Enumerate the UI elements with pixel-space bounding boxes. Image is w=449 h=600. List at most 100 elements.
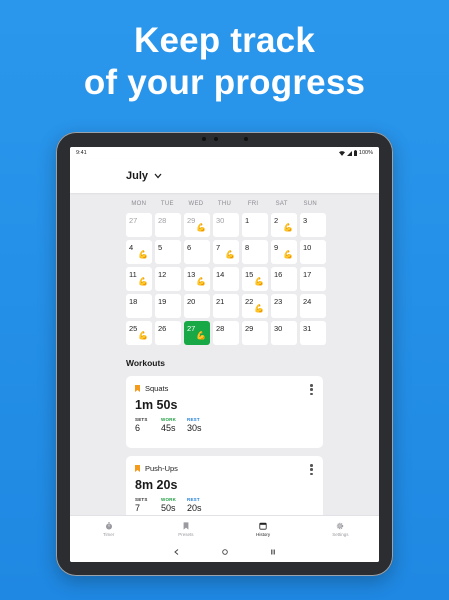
calendar-day[interactable]: 21 — [213, 294, 239, 318]
more-options-icon[interactable] — [310, 384, 313, 395]
stat-value: 7 — [135, 503, 141, 513]
nav-presets[interactable]: Presets — [161, 521, 211, 537]
timer-icon — [105, 521, 112, 530]
calendar-day[interactable]: 3 — [300, 213, 326, 237]
day-number: 13 — [187, 270, 196, 279]
battery-level: 100% — [358, 150, 373, 156]
system-navigation-bar — [70, 542, 379, 562]
workout-header: Push-Ups — [135, 464, 314, 473]
calendar-day[interactable]: 26 — [155, 321, 181, 345]
flexed-biceps-icon: 💪 — [254, 277, 264, 286]
day-number: 8 — [245, 243, 250, 252]
calendar-day[interactable]: 25 💪 — [126, 321, 152, 345]
calendar-day[interactable]: 28 — [155, 213, 181, 237]
day-number: 12 — [158, 270, 167, 279]
calendar-day[interactable]: 13 💪 — [184, 267, 210, 291]
weekday-label: FRI — [247, 201, 259, 207]
day-number: 5 — [158, 243, 163, 252]
nav-label: Timer — [102, 531, 115, 537]
calendar-day[interactable]: 27 — [126, 213, 152, 237]
calendar-day[interactable]: 19 — [155, 294, 181, 318]
calendar-day[interactable]: 1 — [242, 213, 268, 237]
calendar-day[interactable]: 12 — [155, 267, 181, 291]
workout-stats: SETS 7 WORK 50s REST 20s — [135, 497, 314, 513]
flexed-biceps-icon: 💪 — [225, 250, 235, 259]
workout-name: Squats — [145, 384, 169, 393]
calendar-day[interactable]: 28 — [213, 321, 239, 345]
weekday-label: THU — [217, 201, 232, 207]
camera-dot — [202, 137, 206, 141]
stat-value: 50s — [161, 503, 176, 513]
status-bar: 9:41 100% — [70, 147, 379, 159]
bookmark-icon — [183, 521, 189, 530]
headline-line-2: of your progress — [83, 63, 366, 102]
flexed-biceps-icon: 💪 — [138, 250, 148, 259]
month-label: July — [126, 170, 149, 182]
battery-icon — [353, 150, 357, 156]
calendar-day[interactable]: 30 — [213, 213, 239, 237]
calendar-day[interactable]: 11 💪 — [126, 267, 152, 291]
calendar-day[interactable]: 5 — [155, 240, 181, 264]
workout-card[interactable]: Squats 1m 50s SETS 6 WORK 45s REST 30s — [126, 376, 323, 448]
workout-stats: SETS 6 WORK 45s REST 30s — [135, 417, 314, 433]
day-number: 30 — [216, 216, 225, 225]
weekday-label: MON — [131, 201, 147, 207]
back-icon[interactable] — [173, 548, 181, 556]
calendar-day[interactable]: 4 💪 — [126, 240, 152, 264]
calendar-day-today[interactable]: 27 💪 — [184, 321, 210, 345]
stat-value: 20s — [187, 503, 202, 513]
month-selector[interactable]: July — [126, 170, 162, 182]
workout-header: Squats — [135, 384, 314, 393]
stat-label: REST — [187, 497, 200, 502]
workout-name: Push-Ups — [145, 464, 178, 473]
calendar-day[interactable]: 20 — [184, 294, 210, 318]
wifi-icon — [338, 150, 345, 156]
calendar-day[interactable]: 16 — [271, 267, 297, 291]
nav-history[interactable]: History — [238, 522, 288, 537]
stat-work: WORK 50s — [161, 497, 179, 513]
signal-icon — [346, 150, 352, 156]
calendar-day[interactable]: 29 💪 — [184, 213, 210, 237]
flexed-biceps-icon: 💪 — [196, 223, 206, 232]
day-number: 16 — [274, 270, 283, 279]
day-number: 20 — [187, 297, 196, 306]
day-number: 17 — [303, 270, 312, 279]
nav-settings[interactable]: Settings — [315, 522, 365, 537]
calendar-day[interactable]: 15 💪 — [242, 267, 268, 291]
recents-icon[interactable] — [269, 548, 277, 556]
day-number: 14 — [216, 270, 225, 279]
more-options-icon[interactable] — [310, 464, 313, 475]
calendar-day[interactable]: 30 — [271, 321, 297, 345]
stat-label: WORK — [161, 497, 177, 502]
day-number: 28 — [216, 324, 225, 333]
calendar-day[interactable]: 31 — [300, 321, 326, 345]
weekday-label: WED — [188, 201, 204, 207]
calendar-day[interactable]: 6 — [184, 240, 210, 264]
calendar-day[interactable]: 18 — [126, 294, 152, 318]
calendar-day[interactable]: 8 — [242, 240, 268, 264]
day-number: 25 — [129, 324, 138, 333]
calendar-day[interactable]: 24 — [300, 294, 326, 318]
calendar-day[interactable]: 7 💪 — [213, 240, 239, 264]
stat-value: 6 — [135, 423, 141, 433]
day-number: 22 — [245, 297, 254, 306]
stat-label: SETS — [135, 497, 148, 502]
flexed-biceps-icon: 💪 — [138, 331, 148, 340]
bookmark-icon — [135, 385, 140, 392]
calendar-day[interactable]: 14 — [213, 267, 239, 291]
calendar-day[interactable]: 29 — [242, 321, 268, 345]
calendar-day[interactable]: 2 💪 — [271, 213, 297, 237]
calendar-day[interactable]: 23 — [271, 294, 297, 318]
stat-value: 45s — [161, 423, 176, 433]
day-number: 19 — [158, 297, 167, 306]
workouts-title: Workouts — [126, 358, 166, 368]
calendar-day[interactable]: 10 — [300, 240, 326, 264]
calendar-day[interactable]: 9 💪 — [271, 240, 297, 264]
nav-timer[interactable]: Timer — [84, 521, 134, 537]
calendar-day[interactable]: 22 💪 — [242, 294, 268, 318]
nav-label: Presets — [178, 531, 194, 537]
day-number: 10 — [303, 243, 312, 252]
calendar-day[interactable]: 17 — [300, 267, 326, 291]
app-screen: 9:41 100% July MON TUE WED THU FRI SAT S… — [70, 147, 379, 562]
home-icon[interactable] — [221, 548, 229, 556]
